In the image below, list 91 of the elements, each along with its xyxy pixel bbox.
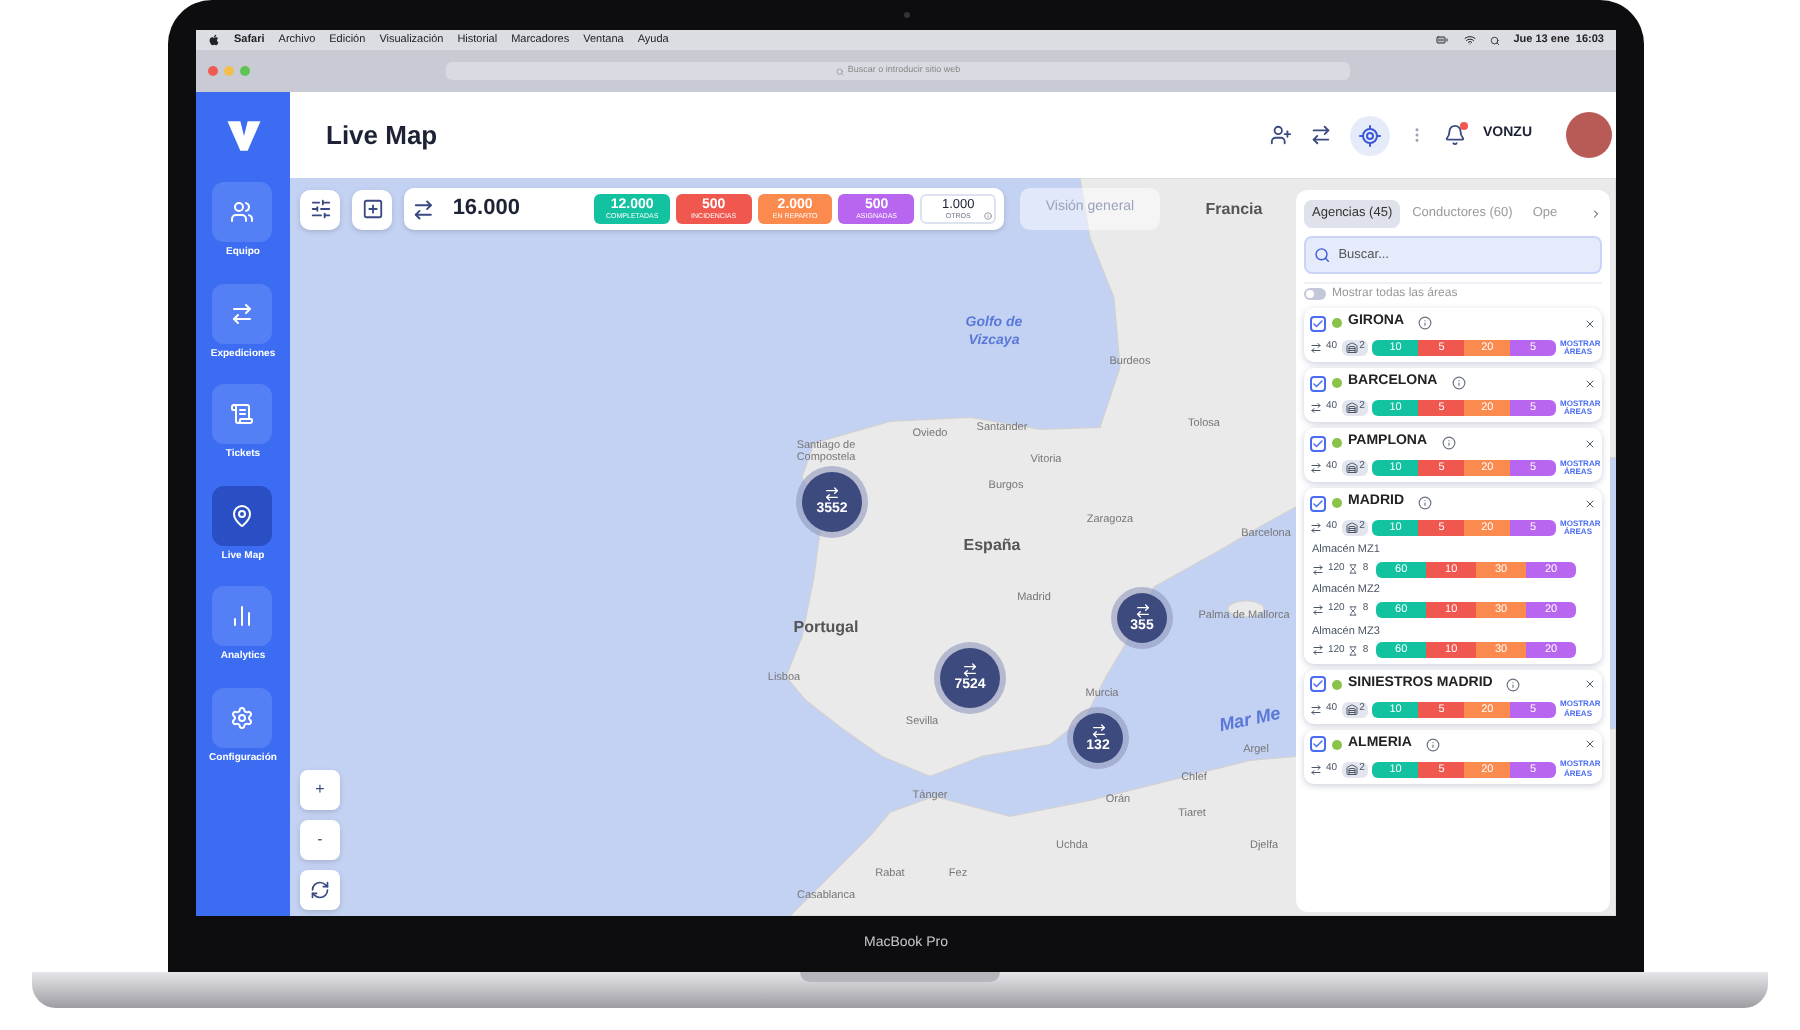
receipt-icon — [230, 402, 255, 426]
hourglass-icon — [1348, 605, 1359, 615]
arrows-icon — [1310, 402, 1322, 414]
warehouse-icon — [1345, 342, 1358, 354]
checkbox[interactable] — [1310, 435, 1326, 451]
arrows-icon — [1312, 563, 1324, 576]
sidebar-button[interactable] — [212, 687, 273, 747]
refresh-button[interactable] — [300, 870, 340, 910]
add-user-icon[interactable] — [1269, 124, 1291, 146]
toggle-switch[interactable] — [1304, 288, 1326, 300]
sidebar-button[interactable] — [212, 586, 273, 646]
close-icon[interactable] — [1584, 377, 1596, 389]
warehouse-icon — [1345, 703, 1358, 716]
arrows-icon — [1312, 604, 1324, 616]
close-icon[interactable] — [1584, 497, 1596, 509]
hourglass-icon — [1348, 645, 1359, 656]
users-icon — [230, 200, 255, 224]
info-icon — [984, 212, 993, 220]
locate-icon — [1357, 123, 1381, 147]
checkbox[interactable] — [1310, 315, 1326, 331]
notification-badge — [1459, 122, 1467, 130]
arrows-icon — [1312, 644, 1324, 657]
check-icon — [1312, 437, 1324, 449]
zoom-in-button[interactable]: + — [300, 770, 340, 810]
info-icon[interactable] — [1506, 677, 1521, 692]
map-label: Portugal — [793, 616, 859, 640]
arrows-icon — [962, 662, 978, 678]
checkbox[interactable] — [1310, 736, 1326, 753]
check-icon — [1312, 738, 1324, 751]
close-icon[interactable] — [1584, 317, 1596, 329]
arrows-icon — [1310, 462, 1322, 474]
checkbox[interactable] — [1310, 676, 1326, 693]
check-icon — [1312, 377, 1324, 389]
info-icon[interactable] — [1451, 376, 1466, 390]
arrows-icon — [1310, 703, 1322, 716]
total-count: 16.000 — [452, 194, 522, 225]
arrows-icon — [824, 486, 840, 502]
warehouse-icon — [1345, 522, 1358, 534]
zoom-out-button[interactable]: - — [300, 820, 340, 860]
arrows-icon — [1310, 522, 1322, 534]
check-icon — [1312, 678, 1324, 691]
arrows-icon — [1310, 763, 1322, 776]
info-icon[interactable] — [1441, 436, 1456, 450]
search-icon — [1314, 246, 1331, 264]
locate-button[interactable] — [1349, 115, 1389, 155]
arrows-icon — [1134, 602, 1150, 618]
wifi-icon[interactable] — [1463, 34, 1476, 46]
sidebar-button[interactable] — [212, 384, 273, 444]
warehouse-icon — [1345, 402, 1358, 414]
checkbox[interactable] — [1310, 495, 1326, 511]
info-icon[interactable] — [1425, 737, 1440, 752]
page-title: Live Map — [326, 117, 438, 154]
info-icon[interactable] — [1418, 496, 1432, 510]
plus-square-icon — [361, 198, 383, 220]
map-label: España — [963, 534, 1021, 558]
map-label: Mar Me — [1217, 704, 1283, 736]
warehouse-icon — [1345, 462, 1358, 474]
filter-button[interactable] — [300, 189, 340, 229]
apple-icon[interactable] — [208, 34, 220, 46]
notification-button[interactable] — [1443, 124, 1465, 146]
search-icon — [835, 67, 844, 75]
avatar[interactable] — [1566, 112, 1612, 158]
battery-icon[interactable] — [1433, 34, 1450, 46]
info-icon[interactable] — [1418, 316, 1432, 330]
arrows-icon[interactable] — [1309, 124, 1331, 146]
arrows-icon — [1090, 722, 1106, 738]
refresh-icon — [310, 880, 330, 900]
check-icon — [1312, 497, 1324, 509]
search-icon[interactable] — [1489, 35, 1500, 45]
map-pin-icon — [230, 503, 255, 527]
hourglass-icon — [1348, 564, 1359, 575]
camera-icon — [903, 12, 909, 18]
arrows-icon — [230, 301, 255, 325]
check-icon — [1312, 317, 1324, 329]
arrows-icon — [1310, 342, 1322, 354]
checkbox[interactable] — [1310, 375, 1326, 391]
sidebar-button[interactable] — [212, 485, 273, 545]
warehouse-icon — [1345, 763, 1358, 776]
sidebar-button[interactable] — [212, 182, 273, 242]
close-icon[interactable] — [1584, 437, 1596, 449]
sidebar-button[interactable] — [212, 283, 273, 343]
close-icon[interactable] — [1584, 678, 1596, 691]
bell-icon — [1443, 124, 1465, 146]
chevron-right-icon[interactable] — [1590, 208, 1602, 220]
sliders-icon — [309, 198, 331, 220]
close-icon[interactable] — [1584, 738, 1596, 751]
arrows-icon — [412, 197, 435, 221]
map-label: Francia — [1205, 198, 1263, 222]
bar-chart-icon — [230, 604, 255, 628]
settings-icon — [230, 705, 255, 729]
add-button[interactable] — [352, 189, 392, 229]
